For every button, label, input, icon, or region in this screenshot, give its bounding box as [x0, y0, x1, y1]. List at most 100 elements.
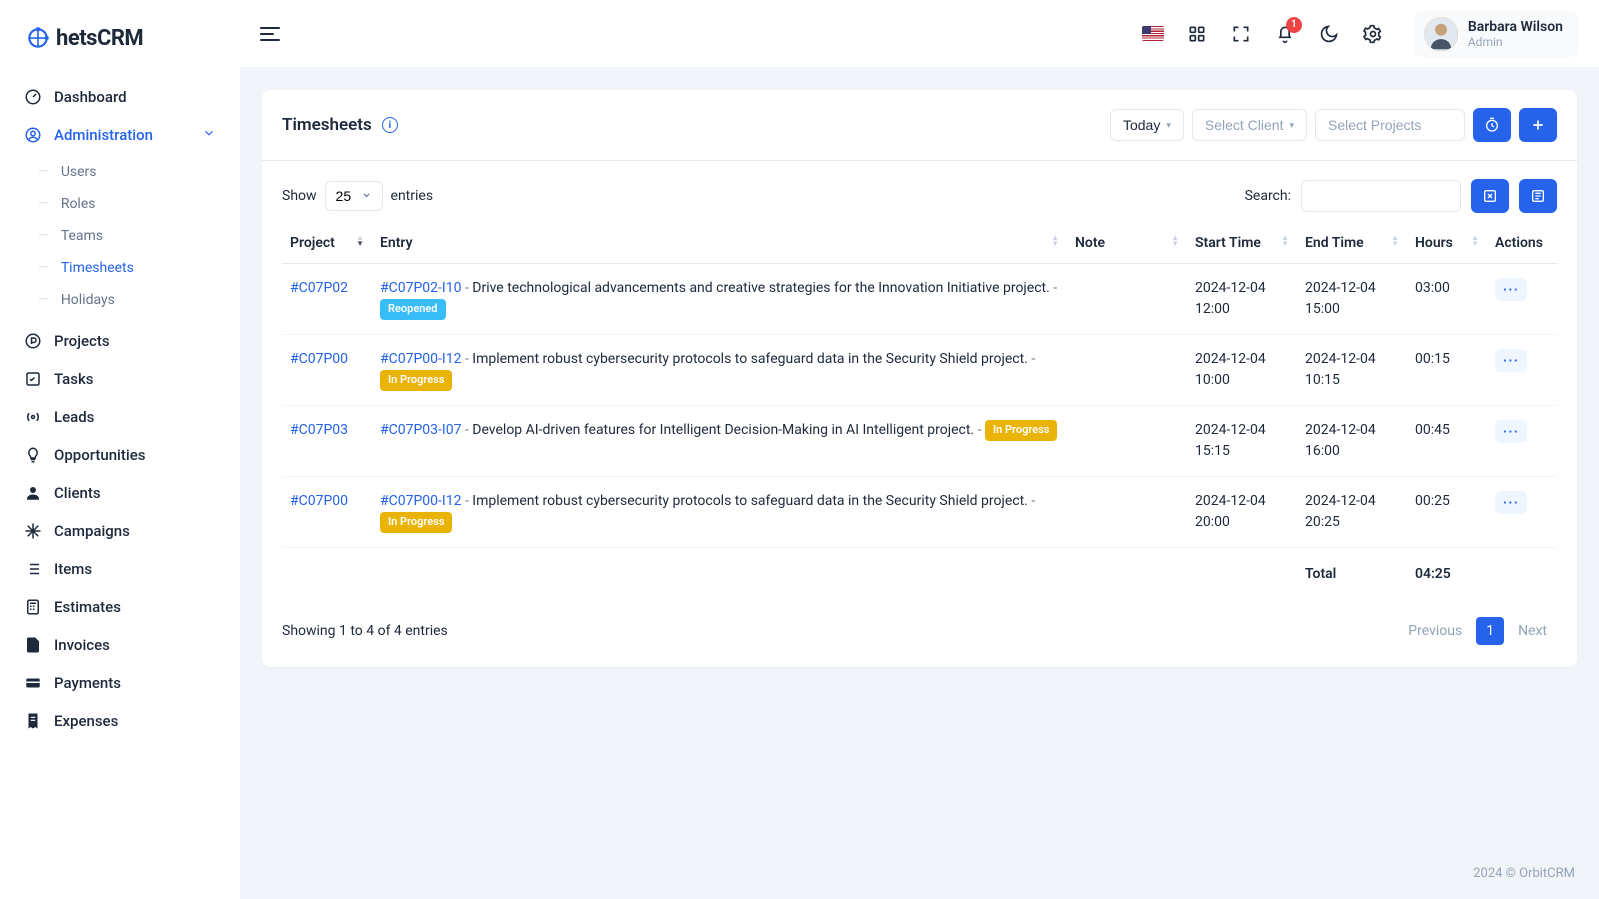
row-actions-button[interactable]: ···	[1495, 420, 1527, 443]
brand-logo[interactable]: hetsCRM	[0, 12, 240, 70]
page-prev[interactable]: Previous	[1398, 617, 1472, 645]
nav-sub-label: Roles	[61, 196, 96, 212]
today-filter[interactable]: Today▾	[1110, 109, 1184, 141]
nav-administration[interactable]: Administration	[12, 116, 228, 154]
row-actions-button[interactable]: ···	[1495, 349, 1527, 372]
page-1[interactable]: 1	[1476, 617, 1504, 645]
th-project[interactable]: Project▲▼	[282, 223, 372, 264]
table-wrap: Project▲▼ Entry▲▼ Note▲▼ Start Time▲▼ En…	[262, 223, 1577, 601]
start-cell: 2024-12-04 15:15	[1187, 406, 1297, 477]
row-actions-button[interactable]: ···	[1495, 491, 1527, 514]
note-cell	[1067, 264, 1187, 335]
btn-label: Select Projects	[1328, 117, 1421, 133]
entry-desc: Implement robust cybersecurity protocols…	[472, 493, 1028, 509]
project-link[interactable]: #C07P00	[290, 493, 348, 509]
entry-link[interactable]: #C07P00-I12	[380, 351, 461, 367]
start-cell: 2024-12-04 10:00	[1187, 335, 1297, 406]
settings-gear-icon[interactable]	[1362, 23, 1384, 45]
note-cell	[1067, 406, 1187, 477]
nav-leads[interactable]: Leads	[12, 398, 228, 436]
timer-button[interactable]	[1473, 108, 1511, 142]
status-badge: In Progress	[380, 370, 452, 391]
hours-cell: 00:45	[1407, 406, 1487, 477]
projects-filter[interactable]: Select Projects	[1315, 109, 1465, 141]
entry-link[interactable]: #C07P02-I10	[380, 280, 461, 296]
menu-toggle[interactable]	[260, 22, 284, 46]
row-actions-button[interactable]: ···	[1495, 278, 1527, 301]
add-button[interactable]	[1519, 108, 1557, 142]
fullscreen-icon[interactable]	[1230, 23, 1252, 45]
dash-icon: —	[38, 260, 49, 276]
language-flag[interactable]	[1142, 23, 1164, 45]
nav-estimates[interactable]: Estimates	[12, 588, 228, 626]
entry-link[interactable]: #C07P03-I07	[380, 422, 461, 438]
page-size-select[interactable]: 25	[325, 181, 383, 211]
th-entry[interactable]: Entry▲▼	[372, 223, 1067, 264]
nav-label: Invoices	[54, 636, 110, 654]
th-hours[interactable]: Hours▲▼	[1407, 223, 1487, 264]
entry-link[interactable]: #C07P00-I12	[380, 493, 461, 509]
nav-label: Projects	[54, 332, 110, 350]
topbar-right: 1 Barbara Wilson Admin	[1142, 11, 1579, 57]
hours-cell: 00:15	[1407, 335, 1487, 406]
note-cell	[1067, 335, 1187, 406]
status-badge: Reopened	[380, 299, 446, 320]
nav-teams[interactable]: —Teams	[26, 220, 228, 252]
timesheets-table: Project▲▼ Entry▲▼ Note▲▼ Start Time▲▼ En…	[282, 223, 1557, 601]
calculator-icon	[24, 598, 42, 616]
th-start[interactable]: Start Time▲▼	[1187, 223, 1297, 264]
nav-tasks[interactable]: Tasks	[12, 360, 228, 398]
client-filter[interactable]: Select Client▾	[1192, 109, 1307, 141]
nav-dashboard[interactable]: Dashboard	[12, 78, 228, 116]
nav-users[interactable]: —Users	[26, 156, 228, 188]
nav-label: Administration	[54, 126, 153, 144]
table-row: #C07P02#C07P02-I10 - Drive technological…	[282, 264, 1557, 335]
nav-label: Leads	[54, 408, 94, 426]
main: 1 Barbara Wilson Admin Timeshe	[240, 0, 1599, 899]
export-excel-button[interactable]	[1471, 179, 1509, 213]
status-badge: In Progress	[985, 420, 1057, 441]
nav-roles[interactable]: —Roles	[26, 188, 228, 220]
caret-icon: ▾	[1166, 120, 1171, 131]
table-row: #C07P00#C07P00-I12 - Implement robust cy…	[282, 335, 1557, 406]
profile-menu[interactable]: Barbara Wilson Admin	[1414, 11, 1579, 57]
entry-desc: Implement robust cybersecurity protocols…	[472, 351, 1028, 367]
export-pdf-button[interactable]	[1519, 179, 1557, 213]
avatar	[1424, 17, 1458, 51]
nav-expenses[interactable]: Expenses	[12, 702, 228, 740]
nav-invoices[interactable]: Invoices	[12, 626, 228, 664]
notifications-bell[interactable]: 1	[1274, 23, 1296, 45]
status-badge: In Progress	[380, 512, 452, 533]
nav-campaigns[interactable]: Campaigns	[12, 512, 228, 550]
profile-role: Admin	[1468, 35, 1563, 49]
page-next[interactable]: Next	[1508, 617, 1557, 645]
hours-cell: 03:00	[1407, 264, 1487, 335]
th-note[interactable]: Note▲▼	[1067, 223, 1187, 264]
nav-projects[interactable]: Projects	[12, 322, 228, 360]
nav-holidays[interactable]: —Holidays	[26, 284, 228, 316]
project-link[interactable]: #C07P02	[290, 280, 348, 296]
notification-badge: 1	[1286, 17, 1302, 33]
nav-timesheets[interactable]: —Timesheets	[26, 252, 228, 284]
nav-items[interactable]: Items	[12, 550, 228, 588]
theme-toggle-icon[interactable]	[1318, 23, 1340, 45]
nav-label: Tasks	[54, 370, 94, 388]
info-icon[interactable]: i	[382, 117, 398, 133]
nav-clients[interactable]: Clients	[12, 474, 228, 512]
nav-payments[interactable]: Payments	[12, 664, 228, 702]
nav-label: Estimates	[54, 598, 121, 616]
nav-opportunities[interactable]: Opportunities	[12, 436, 228, 474]
project-link[interactable]: #C07P03	[290, 422, 348, 438]
search-input[interactable]	[1301, 180, 1461, 212]
project-link[interactable]: #C07P00	[290, 351, 348, 367]
nav-sub-label: Teams	[61, 228, 103, 244]
apps-grid-icon[interactable]	[1186, 23, 1208, 45]
th-end[interactable]: End Time▲▼	[1297, 223, 1407, 264]
topbar: 1 Barbara Wilson Admin	[240, 0, 1599, 68]
checklist-icon	[24, 370, 42, 388]
table-row: #C07P03#C07P03-I07 - Develop AI-driven f…	[282, 406, 1557, 477]
us-flag-icon	[1142, 26, 1164, 41]
sort-icon: ▲▼	[1171, 235, 1179, 247]
nav-label: Items	[54, 560, 92, 578]
nav-label: Campaigns	[54, 522, 130, 540]
